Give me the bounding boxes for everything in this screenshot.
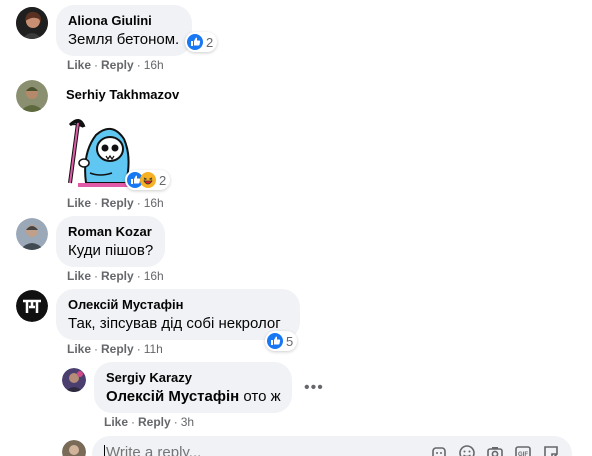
- comment-actions: Like · Reply · 16h: [67, 58, 164, 72]
- comment-bubble: Aliona Giulini Земля бетоном.: [56, 5, 192, 56]
- timestamp[interactable]: 16h: [144, 58, 164, 72]
- reply-bubble: Sergiy Karazy Олексій Мустафін ото ж: [94, 362, 292, 413]
- current-user-avatar: [62, 440, 86, 456]
- like-button[interactable]: Like: [67, 58, 91, 72]
- avatar-roman[interactable]: [16, 218, 48, 250]
- reply-composer[interactable]: GIF: [92, 436, 572, 456]
- reply-author[interactable]: Sergiy Karazy: [106, 370, 280, 386]
- gif-icon[interactable]: GIF: [514, 444, 532, 456]
- reply-input[interactable]: [106, 444, 406, 456]
- reply-text-line: Олексій Мустафін ото ж: [106, 387, 281, 407]
- avatar-sticker-icon[interactable]: [430, 444, 448, 456]
- comment-author[interactable]: Serhiy Takhmazov: [66, 87, 179, 103]
- reply-button[interactable]: Reply: [101, 342, 134, 356]
- reply-button[interactable]: Reply: [101, 58, 134, 72]
- comment-author[interactable]: Roman Kozar: [68, 224, 153, 240]
- reaction-count: 2: [159, 172, 167, 188]
- haha-reaction-icon: [140, 172, 156, 188]
- comment-bubble: Олексій Мустафін Так, зіпсував дід собі …: [56, 289, 300, 340]
- avatar-sergiy[interactable]: [62, 368, 86, 392]
- like-reaction-icon: [187, 34, 203, 50]
- like-reaction-icon: [267, 333, 283, 349]
- composer-tools: GIF: [430, 444, 560, 456]
- reply-text: ото ж: [239, 388, 281, 405]
- like-button[interactable]: Like: [67, 342, 91, 356]
- reply-button[interactable]: Reply: [101, 196, 134, 210]
- reply-button[interactable]: Reply: [138, 415, 171, 429]
- like-button[interactable]: Like: [67, 196, 91, 210]
- comment-text: Так, зіпсував дід собі некролог: [68, 315, 281, 332]
- grim-reaper-sticker[interactable]: [56, 113, 136, 191]
- like-button[interactable]: Like: [104, 415, 128, 429]
- like-button[interactable]: Like: [67, 269, 91, 283]
- mention-link[interactable]: Олексій Мустафін: [106, 388, 239, 405]
- comment-actions: Like · Reply · 16h: [67, 269, 164, 283]
- timestamp[interactable]: 16h: [144, 269, 164, 283]
- timestamp[interactable]: 11h: [144, 342, 163, 356]
- text-caret: [104, 445, 105, 456]
- reply-actions: Like · Reply · 3h: [104, 415, 195, 429]
- timestamp[interactable]: 3h: [181, 415, 194, 429]
- reaction-summary[interactable]: 2: [185, 32, 218, 52]
- reaction-summary[interactable]: 2: [125, 170, 171, 190]
- reaction-summary[interactable]: 5: [265, 331, 298, 351]
- avatar-serhiy[interactable]: [16, 80, 48, 112]
- comment-bubble: Roman Kozar Куди пішов?: [56, 216, 165, 267]
- avatar-aliona[interactable]: [16, 7, 48, 39]
- reaction-count: 5: [286, 333, 294, 349]
- comment-author[interactable]: Олексій Мустафін: [68, 297, 288, 313]
- timestamp[interactable]: 16h: [144, 196, 164, 210]
- reaction-count: 2: [206, 34, 214, 50]
- reply-button[interactable]: Reply: [101, 269, 134, 283]
- comment-actions: Like · Reply · 11h: [67, 342, 163, 356]
- avatar-oleksii[interactable]: [16, 290, 48, 322]
- comment-author[interactable]: Aliona Giulini: [68, 13, 180, 29]
- emoji-icon[interactable]: [458, 444, 476, 456]
- comment-actions: Like · Reply · 16h: [67, 196, 164, 210]
- more-options-button[interactable]: •••: [304, 380, 324, 396]
- comment-text: Земля бетоном.: [68, 31, 180, 48]
- comment-text: Куди пішов?: [68, 242, 154, 259]
- sticker-icon[interactable]: [542, 444, 560, 456]
- svg-text:GIF: GIF: [518, 452, 528, 456]
- camera-icon[interactable]: [486, 444, 504, 456]
